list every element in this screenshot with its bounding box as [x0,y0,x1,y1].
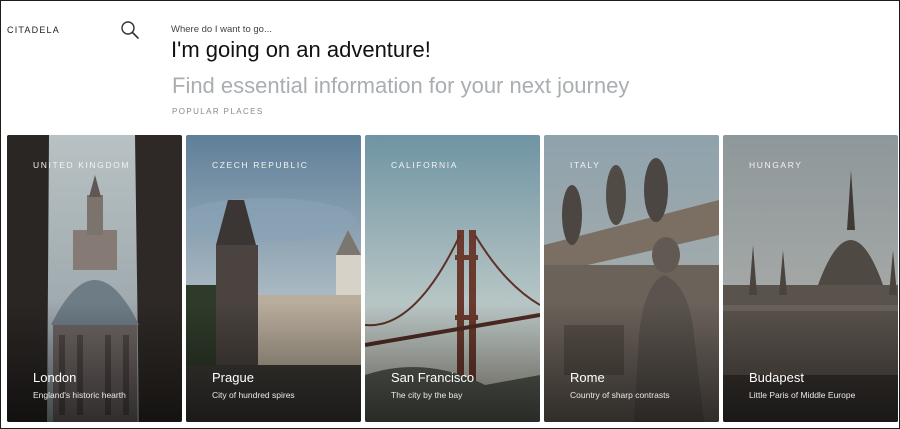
card-shade [365,302,540,422]
card-city[interactable]: Budapest [749,370,804,385]
brand-logo[interactable]: CITADELA [7,25,60,35]
card-city[interactable]: London [33,370,76,385]
card-tagline: England's historic hearth [33,390,126,400]
card-tagline: City of hundred spires [212,390,295,400]
place-card-london[interactable]: UNITED KINGDOM London England's historic… [7,135,182,422]
card-city[interactable]: Rome [570,370,605,385]
card-tagline: The city by the bay [391,390,463,400]
page-frame: CITADELA Where do I want to go... I'm go… [0,0,900,429]
card-shade [186,302,361,422]
card-country: CZECH REPUBLIC [212,160,309,170]
page-subheadline: Find essential information for your next… [172,73,630,98]
card-shade [723,302,898,422]
place-card-budapest[interactable]: HUNGARY Budapest Little Paris of Middle … [723,135,898,422]
search-icon[interactable] [120,20,140,40]
popular-places-label: POPULAR PLACES [172,107,264,116]
card-city[interactable]: Prague [212,370,254,385]
card-country: CALIFORNIA [391,160,459,170]
card-country: ITALY [570,160,601,170]
place-card-prague[interactable]: CZECH REPUBLIC Prague City of hundred sp… [186,135,361,422]
card-tagline: Country of sharp contrasts [570,390,670,400]
card-tagline: Little Paris of Middle Europe [749,390,856,400]
card-city[interactable]: San Francisco [391,370,474,385]
card-shade [544,302,719,422]
card-country: HUNGARY [749,160,803,170]
card-country: UNITED KINGDOM [33,160,131,170]
search-prompt[interactable]: Where do I want to go... [171,24,272,35]
place-card-rome[interactable]: ITALY Rome Country of sharp contrasts [544,135,719,422]
page-headline: I'm going on an adventure! [171,37,431,62]
place-card-san-francisco[interactable]: CALIFORNIA San Francisco The city by the… [365,135,540,422]
card-shade [7,302,182,422]
